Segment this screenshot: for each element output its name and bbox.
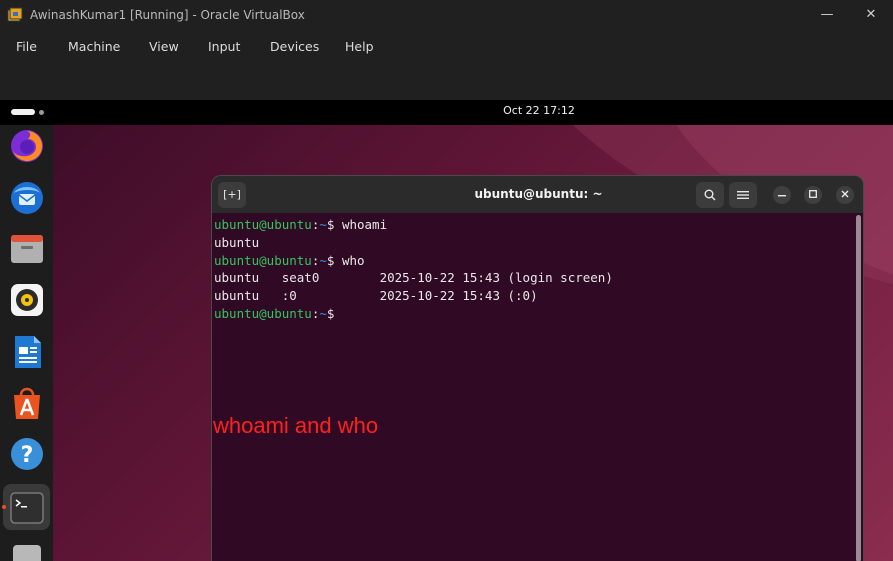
terminal-window[interactable]: [+] ubuntu@ubuntu: ~ ubuntu@ubuntu:~$ wh… [211,175,864,561]
output-line: ubuntu :0 2025-10-22 15:43 (:0) [214,288,538,304]
rhythmbox-icon[interactable] [8,281,46,319]
terminal-icon[interactable] [8,489,46,527]
thunderbird-icon[interactable] [8,179,46,217]
menu-file[interactable]: File [16,39,37,54]
terminal-headerbar[interactable]: [+] ubuntu@ubuntu: ~ [212,176,863,213]
minimize-icon [778,195,786,197]
menu-button[interactable] [729,182,757,208]
help-icon[interactable]: ? [8,435,46,473]
maximize-icon [809,190,817,198]
running-indicator [2,505,6,509]
writer-icon[interactable] [8,333,46,371]
menu-devices[interactable]: Devices [270,39,319,54]
terminal-scrollbar[interactable] [856,215,861,561]
output-line: ubuntu [214,234,260,250]
firefox-icon[interactable] [8,127,46,165]
gnome-top-bar: Oct 22 17:12 [0,100,893,125]
clock[interactable]: Oct 22 17:12 [0,104,893,117]
menu-machine[interactable]: Machine [68,39,120,54]
files-icon[interactable] [8,230,46,268]
window-title: AwinashKumar1 [Running] - Oracle Virtual… [30,8,305,22]
svg-text:?: ? [21,443,34,468]
output-line: ubuntu seat0 2025-10-22 15:43 (login scr… [214,270,613,286]
minimize-button[interactable]: — [816,4,838,26]
prompt-line: ubuntu@ubuntu:~$ [214,305,335,321]
menu-help[interactable]: Help [345,39,374,54]
menu-input[interactable]: Input [208,39,240,54]
search-button[interactable] [696,182,724,208]
close-icon [841,190,849,198]
minimize-window-button[interactable] [773,186,791,204]
trash-icon[interactable] [8,540,46,561]
annotation-label: whoami and who [213,413,379,438]
maximize-window-button[interactable] [804,186,822,204]
hamburger-menu-icon [737,191,749,199]
close-window-button[interactable] [836,186,854,204]
vbox-menubar: File Machine View Input Devices Help [0,31,893,61]
vbox-titlebar: AwinashKumar1 [Running] - Oracle Virtual… [0,0,893,31]
terminal-output[interactable]: ubuntu@ubuntu:~$ whoami ubuntu ubuntu@ub… [214,216,854,556]
prompt-line: ubuntu@ubuntu:~$ whoami [214,217,388,232]
menu-view[interactable]: View [149,39,179,54]
app-center-icon[interactable] [8,384,46,422]
terminal-title: ubuntu@ubuntu: ~ [474,187,603,201]
vbox-toolbar-area [0,61,893,100]
virtualbox-app-icon [7,7,23,22]
close-button[interactable]: ✕ [860,4,882,26]
search-icon [704,189,716,201]
prompt-line: ubuntu@ubuntu:~$ who [214,252,365,268]
